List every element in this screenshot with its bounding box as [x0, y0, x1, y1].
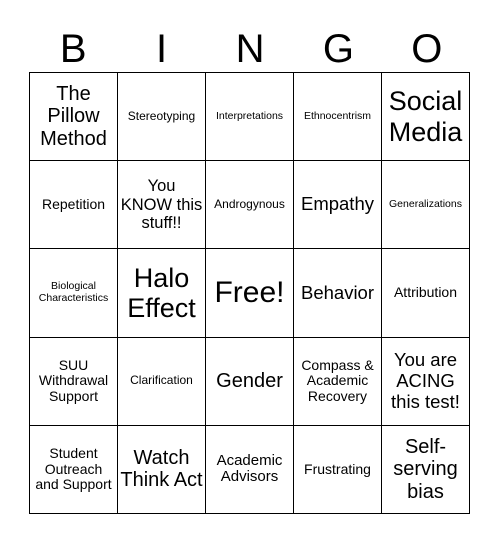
bingo-header: B I N G O: [29, 26, 471, 72]
cell-label: Repetition: [41, 195, 106, 212]
bingo-cell[interactable]: Ethnocentrism: [294, 73, 382, 162]
cell-label: Frustrating: [304, 460, 371, 477]
cell-label: Watch Think Act: [120, 447, 203, 492]
cell-label: Generalizations: [389, 197, 462, 210]
cell-label: Gender: [216, 370, 283, 392]
header-letter-n: N: [235, 27, 265, 71]
cell-label: Ethnocentrism: [303, 109, 372, 122]
cell-label: Androgynous: [214, 197, 285, 212]
bingo-cell[interactable]: Compass & Academic Recovery: [294, 337, 382, 426]
bingo-cell[interactable]: SUU Withdrawal Support: [30, 337, 118, 426]
bingo-cell[interactable]: Watch Think Act: [118, 425, 206, 514]
bingo-cell[interactable]: You KNOW this stuff!!: [118, 161, 206, 250]
bingo-cell[interactable]: Student Outreach and Support: [30, 425, 118, 514]
cell-label: Halo Effect: [127, 262, 196, 323]
cell-label: Compass & Academic Recovery: [301, 356, 374, 405]
bingo-cell[interactable]: Interpretations: [206, 73, 294, 162]
cell-label: Biological Characteristics: [38, 280, 109, 304]
bingo-cell[interactable]: You are ACING this test!: [382, 337, 470, 426]
cell-label: Self-serving bias: [393, 435, 458, 503]
bingo-cell[interactable]: Clarification: [118, 337, 206, 426]
bingo-cell[interactable]: Biological Characteristics: [30, 249, 118, 338]
cell-label: Student Outreach and Support: [35, 444, 112, 493]
cell-label: Behavior: [300, 281, 374, 303]
cell-label: Free!: [214, 276, 285, 310]
cell-label: Attribution: [393, 284, 458, 301]
bingo-cell[interactable]: Social Media: [382, 73, 470, 162]
header-letter-i: I: [156, 27, 168, 71]
cell-label: SUU Withdrawal Support: [38, 356, 109, 405]
header-letter-g: G: [322, 27, 354, 71]
cell-label: Stereotyping: [127, 108, 196, 123]
header-letter-b: B: [59, 27, 87, 71]
bingo-cell[interactable]: Generalizations: [382, 161, 470, 250]
bingo-cell[interactable]: Self-serving bias: [382, 425, 470, 514]
cell-label: Academic Advisors: [216, 451, 283, 486]
cell-label: Interpretations: [215, 109, 284, 122]
bingo-cell[interactable]: Behavior: [294, 249, 382, 338]
cell-label: Clarification: [130, 373, 193, 388]
bingo-cell[interactable]: Attribution: [382, 249, 470, 338]
cell-label: Social Media: [388, 86, 463, 147]
free-space[interactable]: Free!: [206, 249, 294, 338]
bingo-cell[interactable]: Gender: [206, 337, 294, 426]
bingo-cell[interactable]: Androgynous: [206, 161, 294, 250]
bingo-cell[interactable]: The Pillow Method: [30, 73, 118, 162]
bingo-cell[interactable]: Frustrating: [294, 425, 382, 514]
cell-label: The Pillow Method: [40, 83, 107, 150]
header-letter-o: O: [411, 27, 443, 71]
bingo-grid: The Pillow Method Stereotyping Interpret…: [29, 72, 470, 514]
bingo-cell[interactable]: Academic Advisors: [206, 425, 294, 514]
cell-label: You are ACING this test!: [391, 349, 460, 412]
bingo-cell[interactable]: Repetition: [30, 161, 118, 250]
cell-label: Empathy: [300, 193, 374, 215]
cell-label: You KNOW this stuff!!: [120, 177, 203, 233]
bingo-cell[interactable]: Halo Effect: [118, 249, 206, 338]
bingo-cell[interactable]: Stereotyping: [118, 73, 206, 162]
bingo-cell[interactable]: Empathy: [294, 161, 382, 250]
